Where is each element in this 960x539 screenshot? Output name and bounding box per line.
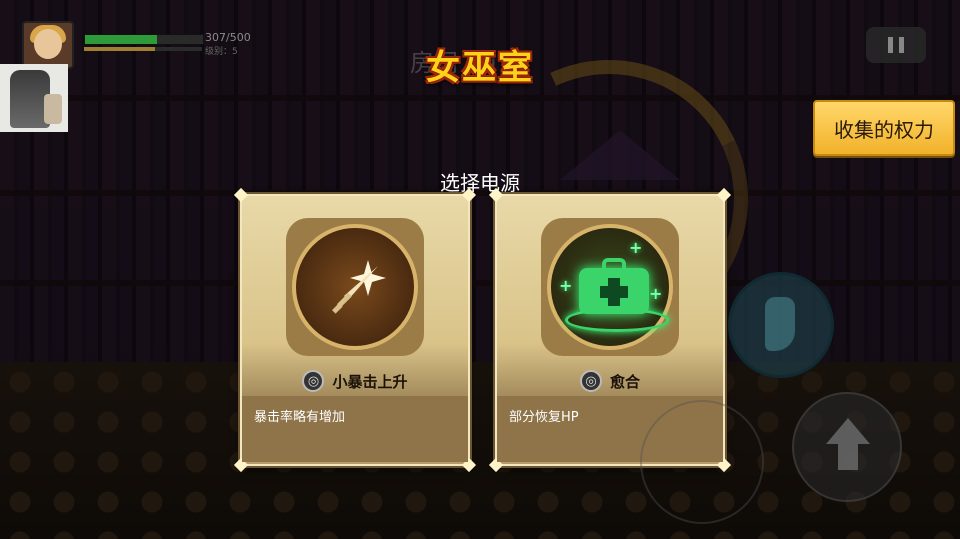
up-arrow-stem xyxy=(838,444,858,470)
medkit-handle xyxy=(602,258,626,268)
attack-button[interactable] xyxy=(640,400,764,524)
up-arrow-icon xyxy=(826,418,870,444)
plus-icon: + xyxy=(629,238,643,257)
medkit-icon xyxy=(579,258,649,314)
emblem xyxy=(292,224,418,350)
sword-star-icon xyxy=(332,260,386,314)
emblem: + + + xyxy=(547,224,673,350)
room-title: 女巫室 xyxy=(426,48,534,88)
medkit-cross xyxy=(600,286,628,298)
collected-powers-button[interactable]: 收集的权力 xyxy=(813,100,955,156)
choose-power-prompt: 选择电源 xyxy=(440,171,520,195)
companion-figure-small xyxy=(44,94,62,124)
card-name: 愈合 xyxy=(609,372,640,391)
jump-button[interactable] xyxy=(792,392,902,502)
plus-icon: + xyxy=(649,284,663,303)
swirl-icon: ◎ xyxy=(579,370,602,392)
boot-icon xyxy=(765,297,795,351)
card-description-panel: 暴击率略有增加 xyxy=(242,396,468,462)
card-description: 暴击率略有增加 xyxy=(254,410,346,425)
dash-button[interactable] xyxy=(728,272,834,378)
card-name: 小暴击上升 xyxy=(332,372,408,391)
swirl-icon: ◎ xyxy=(302,370,325,392)
card-description: 部分恢复HP xyxy=(509,410,579,425)
plus-icon: + xyxy=(559,276,573,295)
card-name-row: ◎ 愈合 xyxy=(497,368,723,394)
card-name-row: ◎ 小暴击上升 xyxy=(242,368,468,394)
power-card-crit[interactable]: ◎ 小暴击上升 暴击率略有增加 xyxy=(233,187,477,473)
